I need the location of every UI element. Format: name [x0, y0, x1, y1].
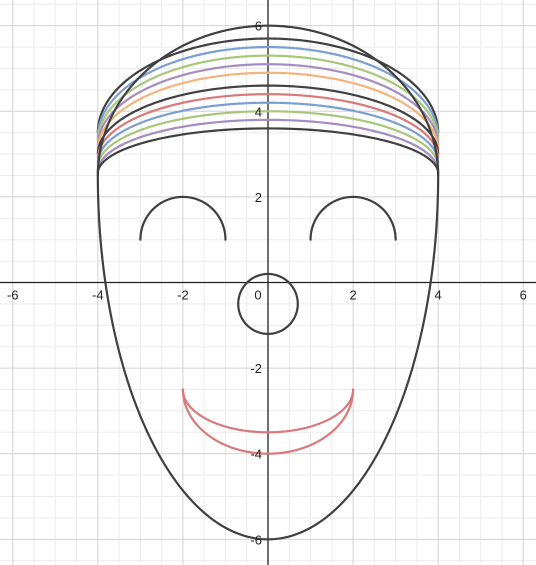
- graph-canvas[interactable]: -6 -4 -2 0 2 4 6 6 4 2 -2 -4 -6: [0, 0, 536, 565]
- y-tick-label: 2: [255, 190, 262, 205]
- y-tick-label: 6: [255, 19, 262, 34]
- x-tick-label: -6: [7, 288, 19, 303]
- x-tick-label: 0: [254, 288, 261, 303]
- y-tick-label: -4: [250, 447, 262, 462]
- x-tick-label: 4: [435, 288, 442, 303]
- y-tick-label: -2: [250, 361, 262, 376]
- x-tick-label: -2: [177, 288, 189, 303]
- x-tick-label: 6: [520, 288, 527, 303]
- graph-svg: -6 -4 -2 0 2 4 6 6 4 2 -2 -4 -6: [0, 0, 536, 565]
- y-tick-label: 4: [255, 104, 262, 119]
- y-tick-label: -6: [250, 532, 262, 547]
- x-tick-label: 2: [349, 288, 356, 303]
- x-tick-label: -4: [92, 288, 104, 303]
